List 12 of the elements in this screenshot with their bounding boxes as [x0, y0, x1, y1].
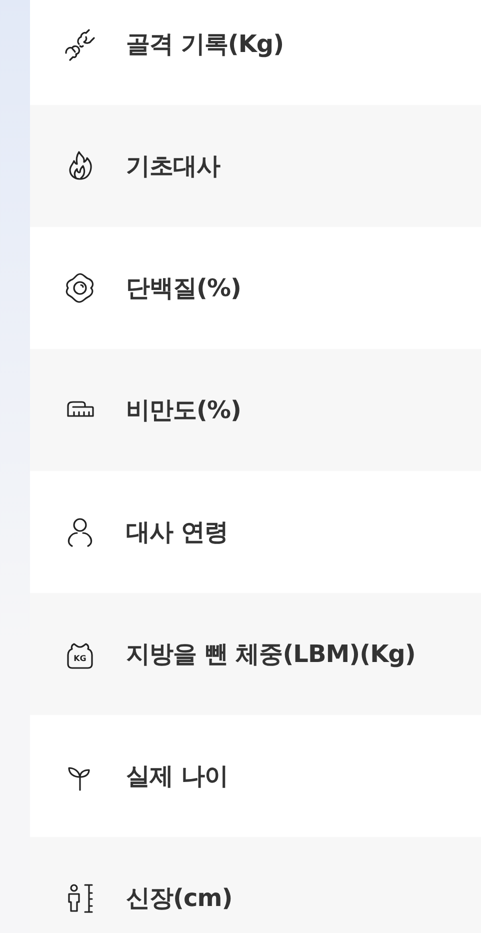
menu-item[interactable]: 비만도(%)	[30, 349, 481, 471]
menu-item[interactable]: KG 지방을 뺀 체중(LBM)(Kg)	[30, 593, 481, 715]
item-label: 골격 기록(Kg)	[126, 29, 284, 60]
menu-item[interactable]: 신장(cm)	[30, 837, 481, 933]
item-label: 비만도(%)	[126, 395, 241, 426]
item-label: 실제 나이	[126, 761, 228, 792]
item-label: 지방을 뺀 체중(LBM)(Kg)	[126, 639, 416, 670]
item-label: 신장(cm)	[126, 883, 232, 914]
menu-item[interactable]: 기초대사	[30, 105, 481, 227]
item-label: 대사 연령	[126, 517, 228, 548]
item-label: 단백질(%)	[126, 273, 241, 304]
item-label: 기초대사	[126, 151, 220, 182]
